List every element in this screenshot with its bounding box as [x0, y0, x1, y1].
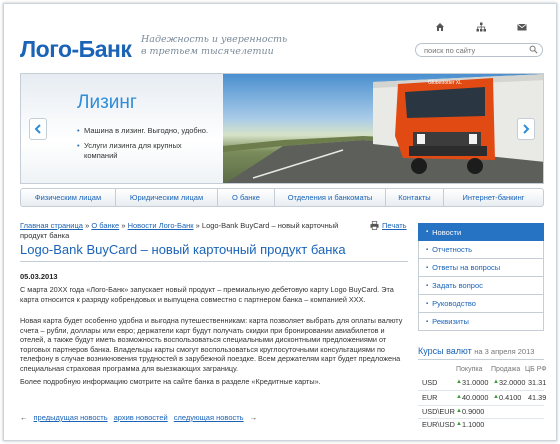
rates-header-cb: ЦБ РФ — [525, 366, 547, 373]
rate-currency: EUR\USD — [422, 420, 455, 429]
bullet-icon: ▪ — [426, 229, 429, 235]
rate-buy: 0.9000 — [462, 407, 485, 416]
sidebar-item-label: Новости — [432, 227, 462, 237]
rate-row: USD ▲ 31.0000 ▲ 32.0000 31.31 — [418, 378, 547, 388]
sidebar-item-faq[interactable]: ▪ Ответы на вопросы — [418, 259, 544, 277]
chevron-right-icon — [523, 124, 530, 134]
news-pager: ← предыдущая новость архив новостей след… — [20, 413, 257, 422]
nav-corporate[interactable]: Юридическим лицам — [116, 189, 218, 206]
sidebar-item-label: Задать вопрос — [432, 281, 483, 290]
banner-item: Услуги лизинга для крупных компаний — [77, 141, 217, 161]
home-icon[interactable] — [434, 22, 446, 35]
rate-cb: 41.39 — [528, 393, 547, 402]
breadcrumb-home[interactable]: Главная страница — [20, 221, 83, 230]
breadcrumb: Главная страница » О банке » Новости Лог… — [20, 221, 360, 241]
rate-currency: USD\EUR — [422, 407, 455, 416]
rate-divider — [418, 405, 544, 406]
breadcrumb-about[interactable]: О банке — [91, 221, 119, 230]
news-archive-link[interactable]: архив новостей — [114, 413, 168, 422]
article-paragraph: С марта 20ХХ года «Лого-Банк» запускает … — [20, 285, 394, 304]
sidebar-item-ask[interactable]: ▪ Задать вопрос — [418, 277, 544, 295]
banner-next-button[interactable] — [517, 118, 535, 140]
banner-prev-button[interactable] — [29, 118, 47, 140]
sidebar-item-management[interactable]: ▪ Руководство — [418, 295, 544, 313]
sidebar-item-label: Отчетность — [432, 245, 473, 254]
article-paragraph: Новая карта будет особенно удобна и выго… — [20, 316, 403, 373]
printer-icon — [370, 221, 379, 230]
rate-row: EUR\USD ▲ 1.1000 — [418, 420, 544, 430]
rate-sell: 32.0000 — [499, 378, 526, 387]
top-icons — [434, 22, 528, 35]
article-date: 05.03.2013 — [20, 272, 58, 281]
sidebar-item-reports[interactable]: ▪ Отчетность — [418, 241, 544, 259]
bullet-icon: ▪ — [426, 264, 429, 271]
rate-row: USD\EUR ▲ 0.9000 — [418, 407, 544, 417]
nav-individuals[interactable]: Физическим лицам — [21, 189, 116, 206]
banner-item: Машина в лизинг. Выгодно, удобно. — [77, 126, 217, 136]
mail-icon[interactable] — [516, 22, 528, 35]
nav-internet-banking[interactable]: Интернет-банкинг — [444, 189, 543, 206]
rates-divider — [418, 359, 544, 360]
search-icon[interactable] — [529, 45, 538, 54]
breadcrumb-sep: » — [195, 221, 200, 230]
bullet-icon: ▪ — [426, 300, 429, 307]
bullet-icon: ▪ — [426, 318, 429, 325]
search-input[interactable] — [424, 46, 524, 55]
breadcrumb-sep: » — [121, 221, 126, 230]
bullet-icon: ▪ — [426, 282, 429, 289]
rates-heading: Курсы валют — [418, 346, 472, 356]
print-link[interactable]: Печать — [370, 221, 407, 230]
breadcrumb-sep: » — [85, 221, 90, 230]
truck-photo: Globetrotter XL — [223, 74, 543, 183]
banner-title: Лизинг — [77, 92, 137, 113]
rate-currency: USD — [422, 378, 438, 387]
rates-date: на 3 апреля 2013 — [474, 347, 535, 356]
main-nav: Физическим лицам Юридическим лицам О бан… — [20, 188, 544, 207]
rate-divider — [418, 418, 544, 419]
breadcrumb-news[interactable]: Новости Лого-Банк — [128, 221, 194, 230]
sitemap-icon[interactable] — [475, 22, 487, 35]
promo-banner[interactable]: Globetrotter XL Лизинг Машина в лизинг. … — [20, 73, 544, 184]
truck-label: Globetrotter XL — [428, 80, 462, 86]
arrow-right-icon: → — [249, 413, 258, 422]
prev-news-link[interactable]: предыдущая новость — [34, 413, 108, 422]
arrow-left-icon: ← — [20, 413, 28, 422]
rates-header-sell: Продажа — [491, 366, 521, 373]
rates-title: Курсы валют на 3 апреля 2013 — [418, 346, 534, 356]
rate-currency: EUR — [422, 393, 438, 402]
rate-divider — [418, 390, 544, 391]
sidebar-item-label: Ответы на вопросы — [432, 263, 501, 272]
sidebar-item-requisites[interactable]: ▪ Реквизиты — [418, 313, 544, 331]
sidebar-menu: ▪ Новости ▪ Отчетность ▪ Ответы на вопро… — [418, 223, 544, 331]
nav-contacts[interactable]: Контакты — [386, 189, 444, 206]
sidebar-item-news[interactable]: ▪ Новости — [418, 223, 544, 241]
rate-buy: 31.0000 — [462, 378, 489, 387]
nav-about[interactable]: О банке — [218, 189, 275, 206]
rate-sell: 0.4100 — [499, 393, 522, 402]
rate-buy: 40.0000 — [462, 393, 489, 402]
bullet-icon: ▪ — [426, 246, 429, 253]
bank-logo[interactable]: Лого-Банк — [20, 36, 132, 63]
banner-list: Машина в лизинг. Выгодно, удобно. Услуги… — [77, 126, 217, 166]
nav-branches[interactable]: Отделения и банкоматы — [275, 189, 386, 206]
sidebar-item-label: Реквизиты — [432, 317, 469, 326]
title-divider — [20, 261, 408, 262]
rates-header-buy: Покупка — [456, 366, 483, 373]
rate-buy: 1.1000 — [462, 420, 485, 429]
chevron-left-icon — [34, 124, 41, 134]
truck-illustration: Globetrotter XL — [223, 74, 543, 183]
search-box[interactable] — [415, 43, 543, 57]
print-label[interactable]: Печать — [382, 221, 407, 230]
article-title: Logo-Bank BuyCard – новый карточный прод… — [20, 242, 346, 257]
article-paragraph: Более подробную информацию смотрите на с… — [20, 377, 321, 386]
rate-row: EUR ▲ 40.0000 ▲ 0.4100 41.39 — [418, 393, 547, 403]
next-news-link[interactable]: следующая новость — [174, 413, 244, 422]
bank-slogan: Надежность и уверенность в третьем тысяч… — [141, 34, 288, 57]
page-frame: Лого-Банк Надежность и уверенность в тре… — [3, 3, 557, 441]
rate-cb: 31.31 — [528, 378, 547, 387]
sidebar-item-label: Руководство — [432, 299, 476, 308]
